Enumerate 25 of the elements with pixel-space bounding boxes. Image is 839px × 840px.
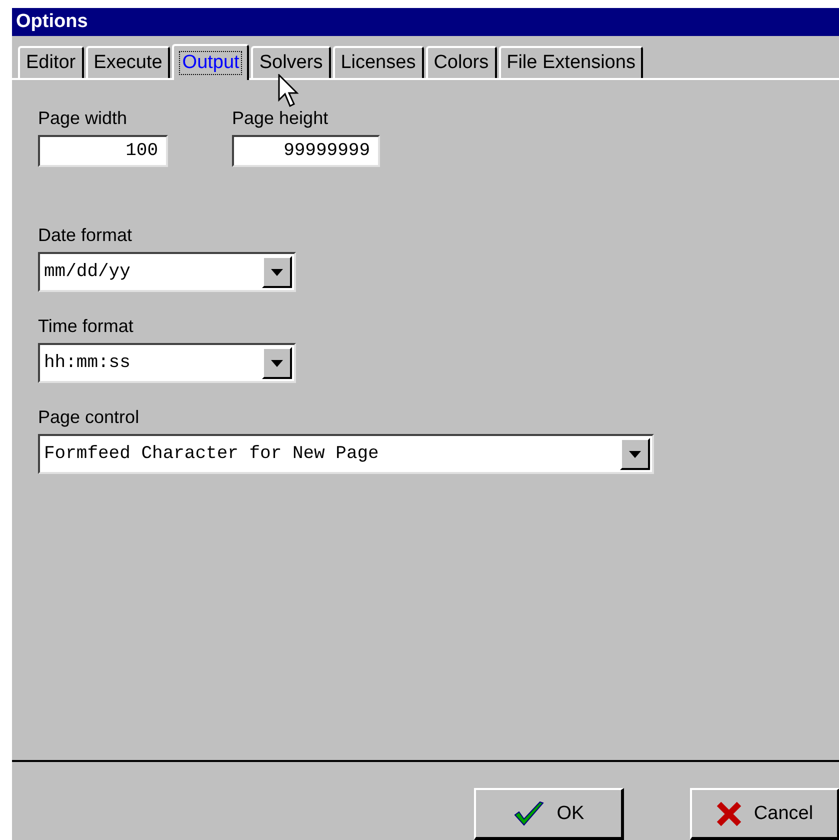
field-label: Date format xyxy=(38,225,134,246)
cancel-button[interactable]: Cancel xyxy=(690,788,839,840)
dropdown[interactable]: hh:mm:ss xyxy=(38,343,296,383)
dropdown-arrow-icon xyxy=(271,268,283,276)
tab[interactable]: Licenses xyxy=(332,46,424,78)
window-title: Options xyxy=(12,8,839,36)
dropdown[interactable]: mm/dd/yy xyxy=(38,252,296,292)
tab[interactable]: Execute xyxy=(86,46,170,78)
tab[interactable]: File Extensions xyxy=(498,46,644,78)
tab[interactable]: Solvers xyxy=(251,46,331,78)
dropdown-arrow-icon xyxy=(271,360,283,366)
dropdown[interactable]: Formfeed Character for New Page xyxy=(38,434,654,474)
dropdown-arrow-icon xyxy=(629,450,641,458)
ok-button[interactable]: OK xyxy=(474,788,624,840)
input-field[interactable]: 100 xyxy=(38,135,168,167)
field-label: Page control xyxy=(38,407,140,428)
tab[interactable]: Output xyxy=(172,44,250,80)
tab[interactable]: Colors xyxy=(426,46,497,78)
field-label: Page height xyxy=(232,108,330,129)
close-icon xyxy=(716,800,742,826)
field-label: Time format xyxy=(38,316,134,337)
checkmark-icon xyxy=(512,800,545,826)
field-label: Page width xyxy=(38,108,128,129)
input-field[interactable]: 99999999 xyxy=(232,135,380,167)
tab[interactable]: Editor xyxy=(18,46,84,78)
